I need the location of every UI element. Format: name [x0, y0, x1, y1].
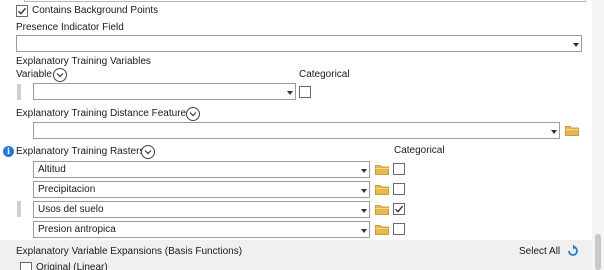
- rasters-expand-button[interactable]: [141, 145, 155, 159]
- raster-categorical-checkbox[interactable]: [393, 203, 405, 215]
- dropdown-arrow-icon: [361, 169, 367, 173]
- rasters-label: Explanatory Training Rasters: [16, 146, 145, 157]
- folder-icon[interactable]: [375, 224, 389, 235]
- distance-features-dropdown[interactable]: [33, 122, 560, 139]
- raster-value: Altitud: [38, 164, 66, 175]
- presence-field-label: Presence Indicator Field: [16, 22, 124, 33]
- checkmark-icon: [18, 7, 27, 15]
- dropdown-arrow-icon: [361, 209, 367, 213]
- row-grip-handle[interactable]: [17, 84, 21, 100]
- row-grip-handle[interactable]: [17, 201, 21, 217]
- dropdown-arrow-icon: [551, 130, 557, 134]
- variable-categorical-checkbox[interactable]: [299, 86, 311, 98]
- dropdown-arrow-icon: [361, 229, 367, 233]
- select-all-button[interactable]: Select All: [519, 246, 560, 258]
- folder-icon[interactable]: [565, 125, 579, 136]
- variables-section-label: Explanatory Training Variables: [16, 56, 151, 67]
- folder-icon[interactable]: [375, 204, 389, 215]
- dropdown-arrow-icon: [361, 189, 367, 193]
- raster-value: Usos del suelo: [38, 204, 104, 215]
- dropdown-arrow-icon: [287, 91, 293, 95]
- scrollbar-thumb[interactable]: [595, 234, 601, 270]
- variables-column-label: Variable: [16, 69, 52, 80]
- distance-features-label: Explanatory Training Distance Features: [16, 108, 192, 119]
- variables-categorical-label: Categorical: [299, 69, 350, 80]
- raster-dropdown[interactable]: Altitud: [33, 161, 370, 178]
- background-points-label: Contains Background Points: [32, 5, 159, 16]
- raster-dropdown[interactable]: Precipitacion: [33, 181, 370, 198]
- rasters-categorical-label: Categorical: [394, 145, 445, 156]
- checkmark-icon: [395, 205, 404, 213]
- raster-categorical-checkbox[interactable]: [393, 163, 405, 175]
- background-points-checkbox[interactable]: [16, 5, 28, 17]
- raster-value: Presion antropica: [38, 224, 116, 235]
- dropdown-arrow-icon: [573, 43, 579, 47]
- distance-features-expand-button[interactable]: [186, 107, 200, 121]
- expansions-label: Explanatory Variable Expansions (Basis F…: [16, 246, 243, 257]
- raster-value: Precipitacion: [38, 184, 96, 195]
- variable-dropdown[interactable]: [33, 83, 296, 100]
- info-icon[interactable]: i: [3, 146, 14, 157]
- chevron-down-icon: [144, 150, 152, 155]
- expansion-option-label: Original (Linear): [36, 262, 108, 270]
- raster-dropdown[interactable]: Presion antropica: [33, 221, 370, 238]
- folder-icon[interactable]: [375, 184, 389, 195]
- raster-categorical-checkbox[interactable]: [393, 223, 405, 235]
- reset-icon[interactable]: [566, 244, 580, 258]
- previous-field-frame: [24, 0, 586, 2]
- variables-expand-button[interactable]: [53, 68, 67, 82]
- folder-icon[interactable]: [375, 164, 389, 175]
- raster-dropdown[interactable]: Usos del suelo: [33, 201, 370, 218]
- chevron-down-icon: [56, 73, 64, 78]
- raster-categorical-checkbox[interactable]: [393, 183, 405, 195]
- vertical-scrollbar[interactable]: [592, 0, 604, 270]
- presence-field-dropdown[interactable]: [16, 35, 582, 52]
- chevron-down-icon: [189, 112, 197, 117]
- expansion-option-checkbox[interactable]: [20, 262, 32, 270]
